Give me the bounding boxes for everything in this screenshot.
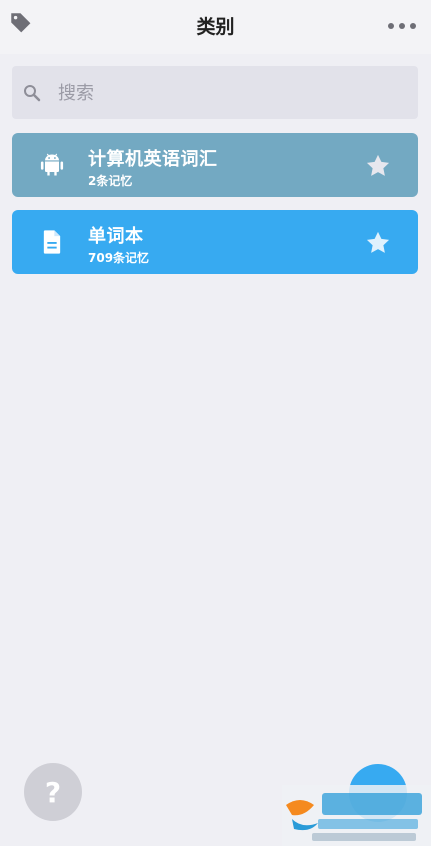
category-title: 单词本 xyxy=(88,226,144,247)
star-icon[interactable] xyxy=(364,229,392,257)
category-count: 709条记忆 xyxy=(88,251,150,265)
search-icon xyxy=(24,85,41,102)
more-icon[interactable] xyxy=(386,20,418,32)
category-count: 2条记忆 xyxy=(88,174,133,188)
category-card-wordbook[interactable]: 单词本 709条记忆 xyxy=(12,210,418,274)
category-title: 计算机英语词汇 xyxy=(88,149,218,170)
search-bar[interactable] xyxy=(12,66,418,119)
add-category-button[interactable] xyxy=(349,764,407,822)
header: 类别 xyxy=(0,0,431,54)
category-card-computer-english[interactable]: 计算机英语词汇 2条记忆 xyxy=(12,133,418,197)
document-icon xyxy=(43,230,61,254)
help-button[interactable]: ? xyxy=(24,763,82,821)
page-title: 类别 xyxy=(196,16,235,38)
star-icon[interactable] xyxy=(364,152,392,180)
search-input[interactable] xyxy=(56,78,400,108)
android-icon xyxy=(40,153,64,176)
